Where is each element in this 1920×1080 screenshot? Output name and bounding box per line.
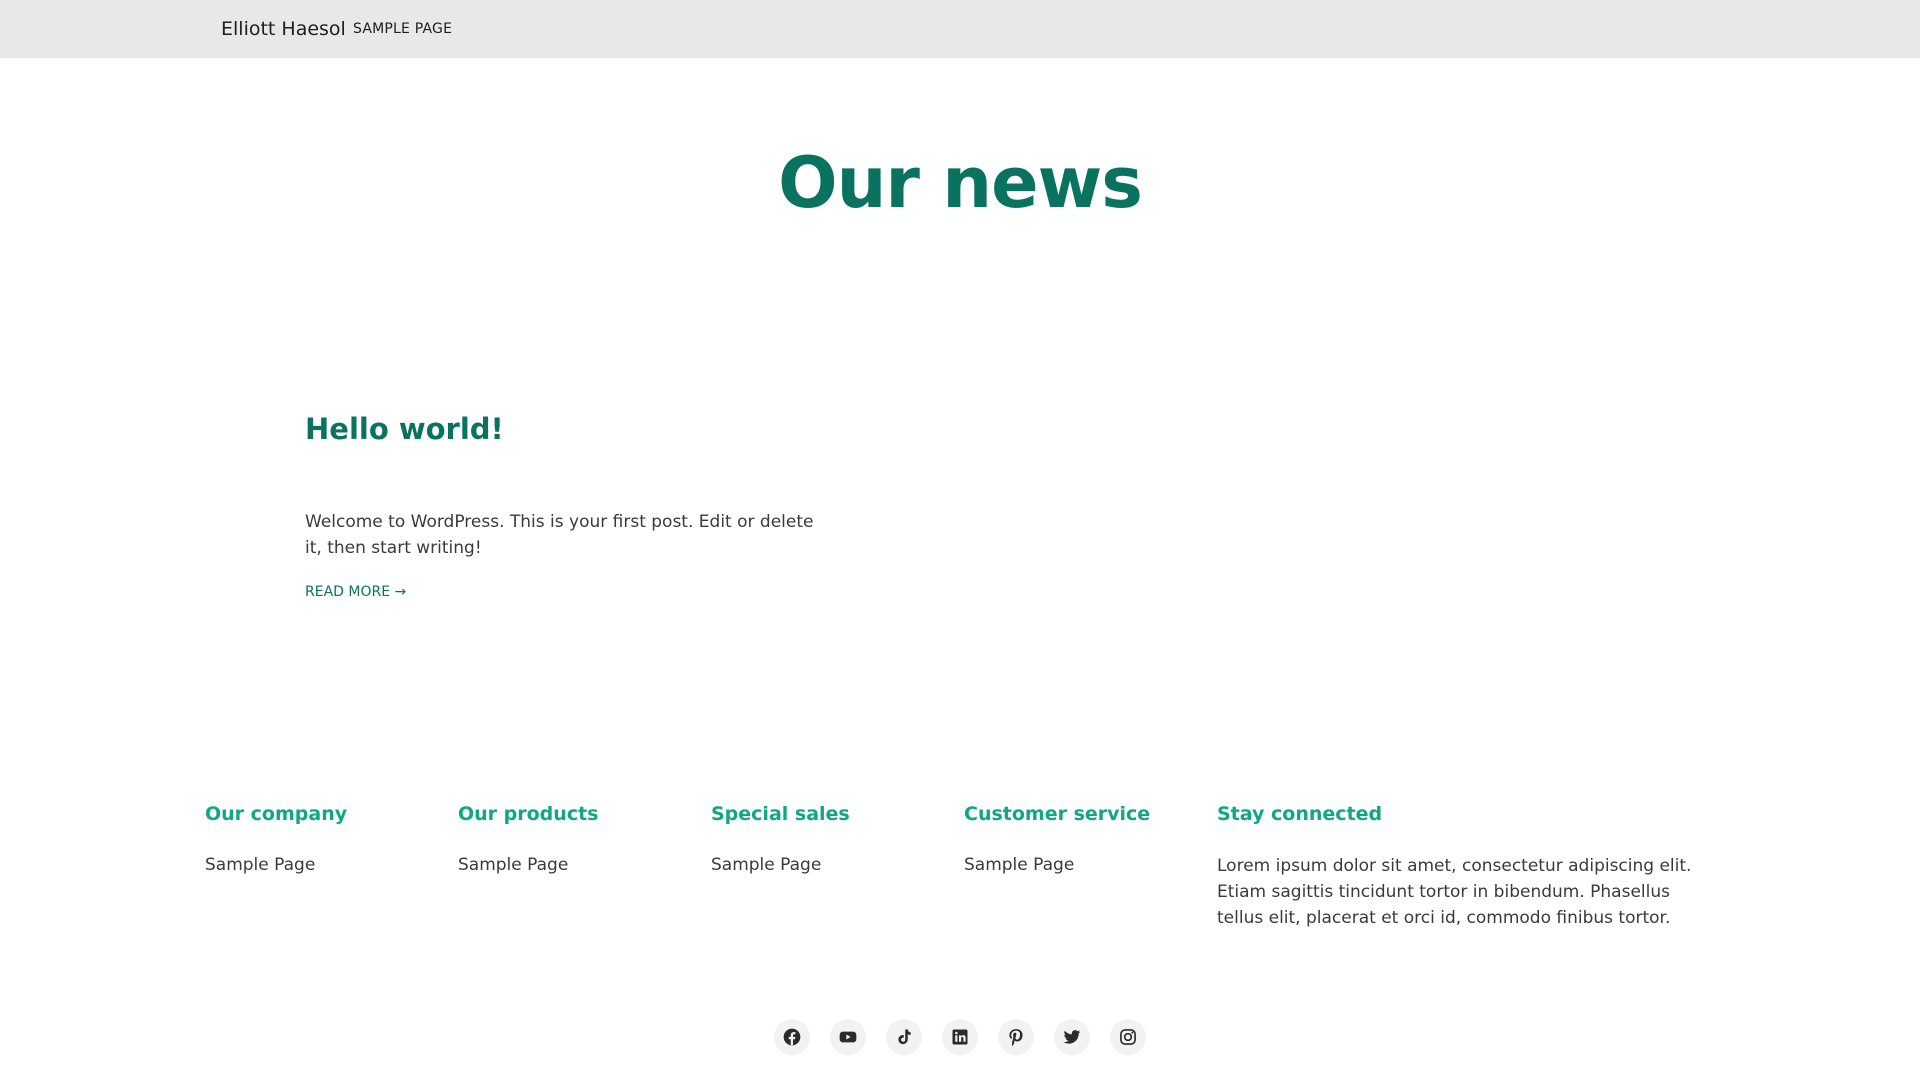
tiktok-link[interactable] (886, 1019, 922, 1055)
read-more-link[interactable]: READ MORE → (305, 584, 406, 600)
facebook-link[interactable] (774, 1019, 810, 1055)
footer-heading: Our company (205, 803, 348, 825)
pinterest-icon (1009, 1029, 1023, 1047)
post-title-link[interactable]: Hello world! (305, 412, 504, 446)
youtube-link[interactable] (830, 1019, 866, 1055)
nav-sample-page[interactable]: SAMPLE PAGE (353, 21, 452, 37)
footer-stay-connected-text: Lorem ipsum dolor sit amet, consectetur … (1217, 856, 1692, 928)
youtube-icon (839, 1031, 857, 1043)
facebook-icon (783, 1028, 801, 1046)
site-title[interactable]: Elliott Haesol (221, 18, 346, 40)
site-header: Elliott Haesol SAMPLE PAGE (0, 0, 1920, 58)
linkedin-link[interactable] (942, 1019, 978, 1055)
footer-link-sample-page[interactable]: Sample Page (964, 855, 1074, 875)
footer-col-stay-connected: Stay connected Lorem ipsum dolor sit ame… (1217, 803, 1691, 928)
footer-heading: Our products (458, 803, 599, 825)
footer-heading: Customer service (964, 803, 1151, 825)
footer-link-sample-page[interactable]: Sample Page (205, 855, 315, 875)
footer-col-our-products: Our products Sample Page (458, 803, 599, 875)
page-title: Our news (778, 142, 1143, 224)
footer-link-sample-page[interactable]: Sample Page (458, 855, 568, 875)
tiktok-icon (898, 1029, 911, 1045)
twitter-icon (1063, 1030, 1081, 1044)
footer-heading: Special sales (711, 803, 850, 825)
twitter-link[interactable] (1054, 1019, 1090, 1055)
footer-col-our-company: Our company Sample Page (205, 803, 348, 875)
footer-heading: Stay connected (1217, 803, 1383, 825)
footer-col-customer-service: Customer service Sample Page (964, 803, 1151, 875)
instagram-icon (1120, 1029, 1136, 1045)
footer-link-sample-page[interactable]: Sample Page (711, 855, 821, 875)
pinterest-link[interactable] (998, 1019, 1034, 1055)
post-excerpt: Welcome to WordPress. This is your first… (305, 512, 814, 558)
footer-col-special-sales: Special sales Sample Page (711, 803, 850, 875)
instagram-link[interactable] (1110, 1019, 1146, 1055)
linkedin-icon (952, 1029, 968, 1045)
